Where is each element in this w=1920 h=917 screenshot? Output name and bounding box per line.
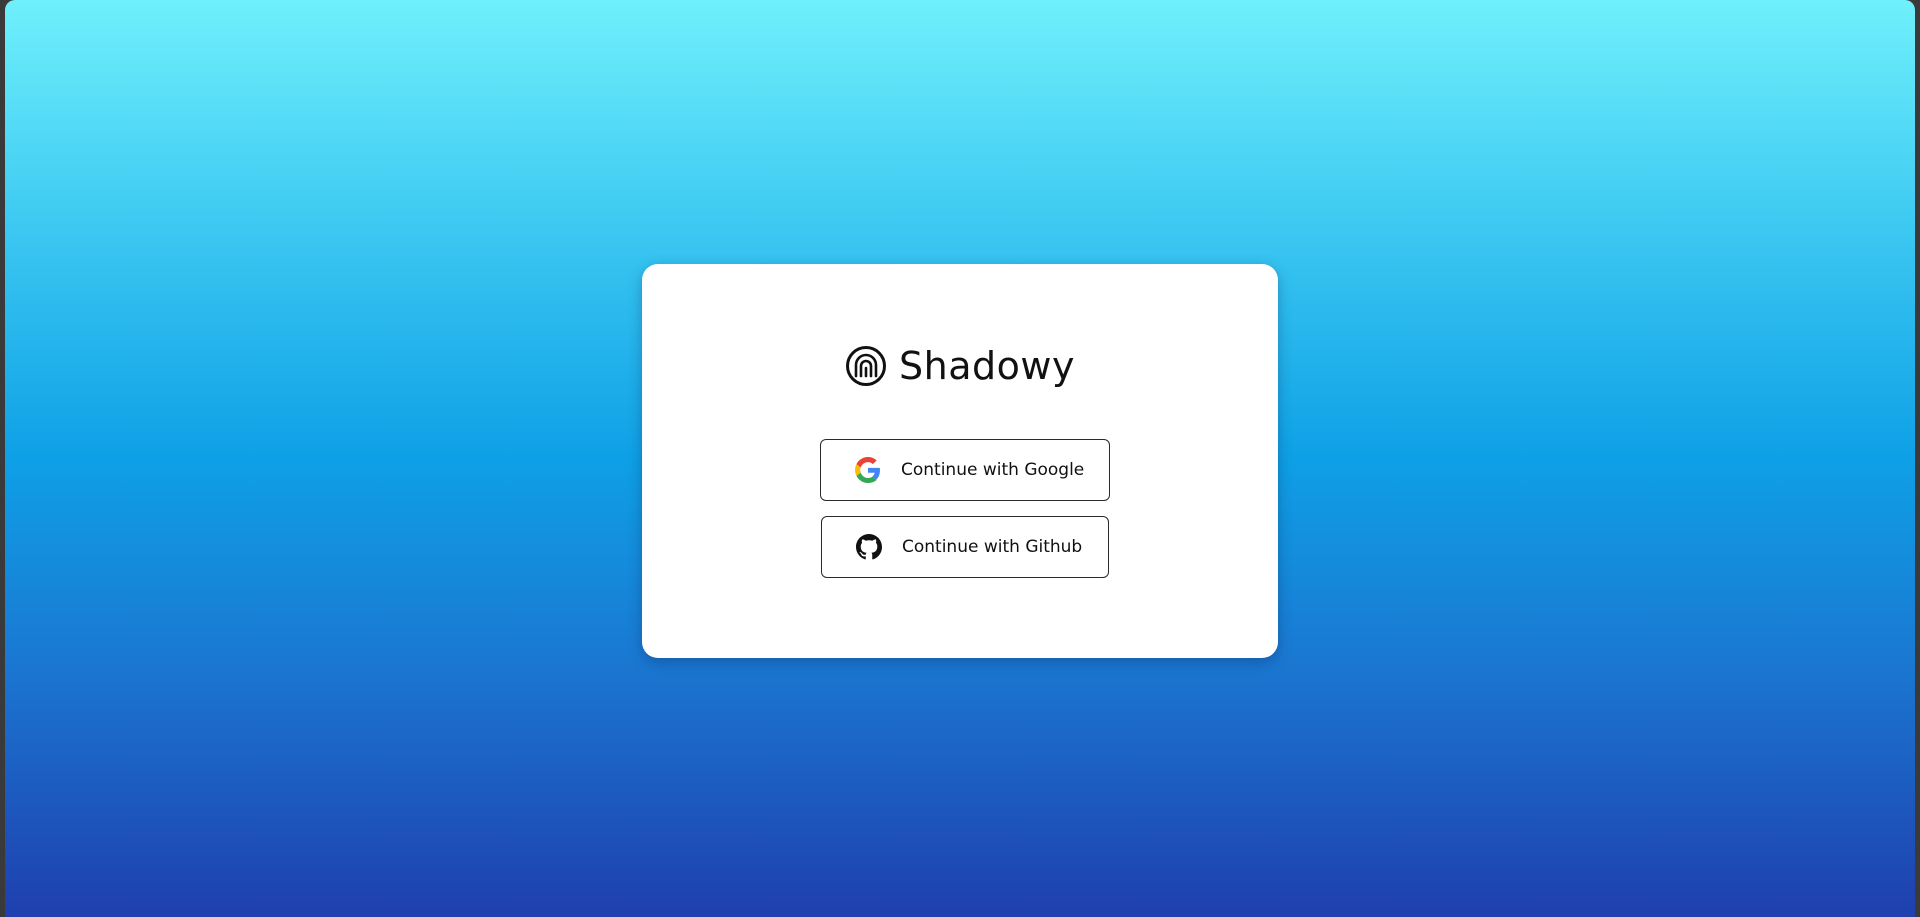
continue-with-google-button[interactable]: Continue with Google [820,439,1110,501]
google-button-label: Continue with Google [901,460,1085,480]
github-button-label: Continue with Github [902,537,1083,557]
app-name: Shadowy [899,344,1075,388]
login-card: Shadowy Continue with Google Continue wi… [642,264,1278,658]
login-background: Shadowy Continue with Google Continue wi… [5,0,1915,917]
continue-with-github-button[interactable]: Continue with Github [821,516,1109,578]
github-icon [856,534,882,560]
google-icon [855,457,880,483]
brand: Shadowy [642,344,1278,388]
fingerprint-icon [846,346,887,386]
